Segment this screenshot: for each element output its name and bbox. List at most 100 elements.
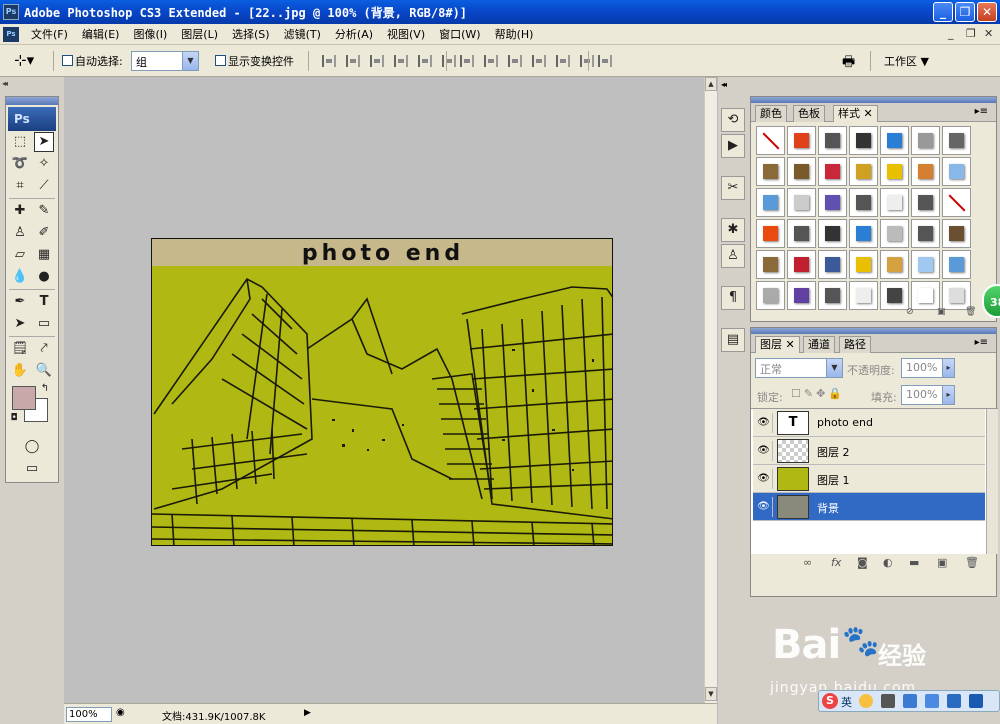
align-right-icon[interactable]	[442, 55, 456, 67]
style-swatch[interactable]	[911, 188, 940, 217]
actions-panel-icon[interactable]: ▶	[721, 134, 745, 158]
style-swatch[interactable]	[942, 188, 971, 217]
magic-wand-tool-icon[interactable]: ✧	[34, 154, 54, 174]
gradient-tool-icon[interactable]: ▦	[34, 245, 54, 265]
ime-language[interactable]: 英	[841, 694, 852, 710]
delete-style-icon[interactable]: 🗑	[965, 307, 976, 317]
style-swatch[interactable]	[756, 157, 785, 186]
style-swatch[interactable]	[756, 250, 785, 279]
style-swatch[interactable]	[849, 219, 878, 248]
doc-restore-button[interactable]: ❐	[966, 27, 976, 40]
pen-tool-icon[interactable]: ✒	[10, 292, 30, 312]
menu-window[interactable]: 窗口(W)	[432, 27, 487, 42]
style-swatch[interactable]	[942, 250, 971, 279]
layers-scrollbar[interactable]	[986, 409, 998, 554]
style-swatch[interactable]	[849, 250, 878, 279]
scroll-up-icon[interactable]: ▲	[705, 77, 717, 91]
style-swatch[interactable]	[787, 250, 816, 279]
new-group-icon[interactable]: ▬	[909, 556, 919, 569]
style-swatch[interactable]	[911, 126, 940, 155]
layer-mask-icon[interactable]: ◙	[857, 556, 868, 569]
zoom-tool-icon[interactable]: 🔍	[34, 361, 54, 381]
marquee-tool-icon[interactable]: ⬚	[10, 132, 30, 152]
move-tool-icon[interactable]: ➤	[34, 132, 54, 152]
workspace-menu-button[interactable]: 工作区 ▼	[884, 53, 929, 69]
type-tool-icon[interactable]: T	[34, 292, 54, 312]
paragraph-panel-icon[interactable]: ¶	[721, 286, 745, 310]
layer-row-photo-end[interactable]: 👁 T photo end	[753, 409, 985, 437]
tab-paths[interactable]: 路径	[839, 336, 871, 353]
style-swatch[interactable]	[942, 126, 971, 155]
visibility-eye-icon[interactable]: 👁	[755, 413, 773, 433]
auto-select-checkbox[interactable]: 自动选择:	[62, 53, 123, 69]
dodge-tool-icon[interactable]: ●	[34, 267, 54, 287]
style-swatch[interactable]	[849, 126, 878, 155]
style-swatch[interactable]	[818, 219, 847, 248]
clone-source-panel-icon[interactable]: ♙	[721, 244, 745, 268]
move-tool-preset-icon[interactable]: ⊹▾	[14, 51, 34, 69]
align-hcenter-icon[interactable]	[418, 55, 432, 67]
layer-style-icon[interactable]: fx	[831, 556, 841, 569]
clone-stamp-tool-icon[interactable]: ♙	[10, 223, 30, 243]
auto-select-dropdown[interactable]: 组 ▼	[131, 51, 199, 71]
notes-tool-icon[interactable]: 🗒	[10, 339, 30, 359]
layer-row-layer-1[interactable]: 👁 图层 1	[753, 465, 985, 493]
style-swatch[interactable]	[756, 188, 785, 217]
document-icon[interactable]: Ps	[3, 27, 19, 42]
vertical-scrollbar[interactable]: ▲ ▼	[704, 77, 717, 703]
visibility-eye-icon[interactable]: 👁	[755, 497, 773, 517]
quick-mask-icon[interactable]: ◯	[22, 437, 42, 457]
tab-color[interactable]: 颜色	[755, 105, 787, 122]
visibility-eye-icon[interactable]: 👁	[755, 469, 773, 489]
style-swatch[interactable]	[911, 250, 940, 279]
crop-tool-icon[interactable]: ⌗	[10, 176, 30, 196]
style-swatch[interactable]	[756, 219, 785, 248]
history-brush-tool-icon[interactable]: ✐	[34, 223, 54, 243]
style-swatch[interactable]	[787, 219, 816, 248]
toolbox-header[interactable]	[6, 97, 58, 105]
style-swatch[interactable]	[880, 188, 909, 217]
default-colors-icon[interactable]: ◘	[8, 412, 20, 424]
distribute-top-icon[interactable]	[460, 55, 474, 67]
style-swatch[interactable]	[818, 157, 847, 186]
bridge-icon[interactable]: 🖶	[842, 51, 855, 75]
style-swatch[interactable]	[787, 126, 816, 155]
align-top-icon[interactable]	[322, 55, 336, 67]
keyboard-icon[interactable]	[903, 694, 917, 708]
photoshop-app-icon[interactable]: Ps	[3, 4, 19, 20]
align-vcenter-icon[interactable]	[346, 55, 360, 67]
tab-swatches[interactable]: 色板	[793, 105, 825, 122]
style-swatch[interactable]	[787, 188, 816, 217]
lasso-tool-icon[interactable]: ➰	[10, 154, 30, 174]
collapse-arrows-icon[interactable]: ◂◂	[2, 79, 8, 88]
new-layer-icon[interactable]: ▣	[937, 556, 947, 569]
distribute-vcenter-icon[interactable]	[484, 55, 498, 67]
tools-icon[interactable]	[947, 694, 961, 708]
history-panel-icon[interactable]: ⟲	[721, 108, 745, 132]
scroll-down-icon[interactable]: ▼	[705, 687, 717, 701]
style-swatch[interactable]	[942, 157, 971, 186]
delete-layer-icon[interactable]: 🗑	[965, 556, 979, 569]
lock-icons[interactable]: ☐✎✥🔒	[791, 387, 845, 400]
menu-file[interactable]: 文件(F)	[24, 27, 75, 42]
style-swatch[interactable]	[880, 126, 909, 155]
hand-tool-icon[interactable]: ✋	[10, 361, 30, 381]
menu-filter[interactable]: 滤镜(T)	[277, 27, 328, 42]
style-swatch[interactable]	[818, 250, 847, 279]
swap-colors-icon[interactable]: ↰	[38, 382, 52, 396]
style-swatch[interactable]	[787, 157, 816, 186]
moon-icon[interactable]	[859, 694, 873, 708]
link-layers-icon[interactable]: ∞	[803, 556, 812, 569]
fill-field[interactable]: 100% ▸	[901, 385, 955, 405]
screen-mode-icon[interactable]: ▭	[22, 459, 42, 479]
rectangle-tool-icon[interactable]: ▭	[34, 314, 54, 334]
style-swatch[interactable]	[880, 250, 909, 279]
style-swatch[interactable]	[911, 219, 940, 248]
doc-minimize-button[interactable]: _	[948, 27, 954, 40]
path-selection-tool-icon[interactable]: ➤	[10, 314, 30, 334]
skin-icon[interactable]	[925, 694, 939, 708]
menu-view[interactable]: 视图(V)	[380, 27, 432, 42]
menu-help[interactable]: 帮助(H)	[488, 27, 541, 42]
style-swatch[interactable]	[818, 126, 847, 155]
close-button[interactable]: ✕	[977, 2, 997, 22]
